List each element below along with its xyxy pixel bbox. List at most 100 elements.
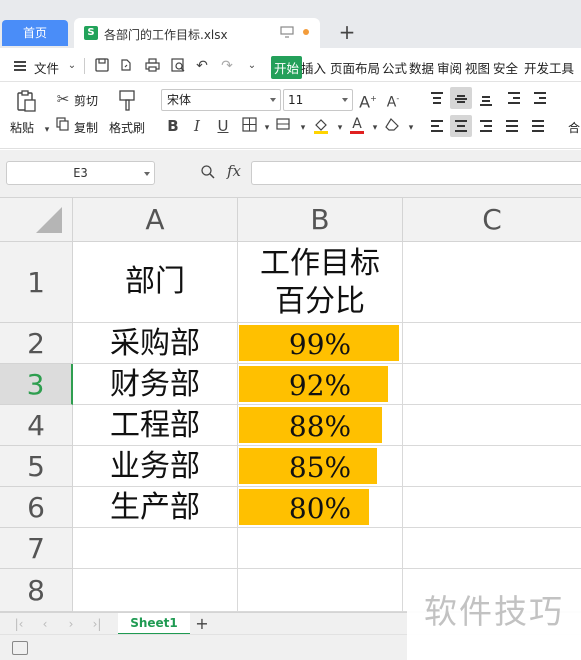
increase-indent-icon[interactable] (529, 87, 551, 109)
cell-c5[interactable] (403, 446, 581, 487)
bold-icon[interactable]: B (164, 117, 182, 135)
cell-b1[interactable]: 工作目标 百分比 (238, 242, 403, 323)
align-middle-icon[interactable] (450, 87, 472, 109)
decrease-indent-icon[interactable] (503, 87, 525, 109)
format-painter-label[interactable]: 格式刷 (109, 119, 145, 136)
tab-developer-tools[interactable]: 开发工具 (524, 58, 574, 77)
sheet-tab-sheet1[interactable]: Sheet1 (118, 613, 190, 635)
cell-b7[interactable] (238, 528, 403, 569)
fill-color-icon[interactable] (312, 116, 330, 134)
cell-b5[interactable]: 85% (238, 446, 403, 487)
align-left-icon[interactable] (426, 115, 448, 137)
increase-font-size-icon[interactable]: A+ (359, 90, 377, 111)
print-icon[interactable] (144, 58, 160, 74)
monitor-icon[interactable] (280, 26, 294, 38)
format-painter-icon[interactable] (117, 89, 139, 113)
font-color-dropdown-icon[interactable]: ▾ (366, 119, 384, 137)
underline-icon[interactable]: U (214, 117, 232, 135)
insert-function-icon[interactable]: fx (227, 162, 241, 180)
align-center-icon[interactable] (450, 115, 472, 137)
last-sheet-icon[interactable]: ›| (90, 617, 104, 631)
borders-icon[interactable] (240, 117, 258, 135)
column-header-a[interactable]: A (73, 198, 238, 242)
tab-security[interactable]: 安全 (493, 58, 518, 77)
cell-a6[interactable]: 生产部 (73, 487, 238, 528)
worksheet-grid[interactable]: A B C 1 2 3 4 5 6 7 8 部门 工作目标 百分比 采购部 99%… (0, 198, 581, 612)
save-icon[interactable] (94, 58, 110, 74)
cell-c3[interactable] (403, 364, 581, 405)
row-header-1[interactable]: 1 (0, 242, 73, 323)
clear-format-dropdown-icon[interactable]: ▾ (402, 119, 420, 137)
column-header-c[interactable]: C (403, 198, 581, 242)
merge-cells-button[interactable]: 合 (568, 119, 580, 136)
cell-a5[interactable]: 业务部 (73, 446, 238, 487)
hamburger-menu-icon[interactable] (14, 61, 26, 71)
cell-c1[interactable] (403, 242, 581, 323)
cut-button[interactable]: 剪切 (74, 92, 98, 109)
chevron-down-icon[interactable]: ⌄ (64, 58, 80, 74)
cell-b4[interactable]: 88% (238, 405, 403, 446)
print-preview-icon[interactable] (170, 58, 186, 74)
row-header-6[interactable]: 6 (0, 487, 73, 528)
tab-page-layout[interactable]: 页面布局 (330, 58, 380, 77)
prev-sheet-icon[interactable]: ‹ (38, 617, 52, 631)
justify-icon[interactable] (501, 115, 523, 137)
row-header-8[interactable]: 8 (0, 569, 73, 612)
cell-a1[interactable]: 部门 (73, 242, 238, 323)
cell-a4[interactable]: 工程部 (73, 405, 238, 446)
decrease-font-size-icon[interactable]: A- (384, 90, 402, 111)
cell-b3[interactable]: 92% (238, 364, 403, 405)
cell-c2[interactable] (403, 323, 581, 364)
column-header-b[interactable]: B (238, 198, 403, 242)
cell-a7[interactable] (73, 528, 238, 569)
align-bottom-icon[interactable] (475, 87, 497, 109)
row-header-2[interactable]: 2 (0, 323, 73, 364)
status-macro-icon[interactable] (12, 641, 28, 655)
cell-c7[interactable] (403, 528, 581, 569)
redo-icon[interactable]: ↷ (219, 58, 235, 74)
export-icon[interactable] (118, 58, 134, 74)
tab-insert[interactable]: 插入 (301, 58, 326, 77)
cell-c4[interactable] (403, 405, 581, 446)
cell-b8[interactable] (238, 569, 403, 612)
file-menu[interactable]: 文件 (34, 58, 59, 77)
cell-b6[interactable]: 80% (238, 487, 403, 528)
font-size-select[interactable]: 11 (283, 89, 353, 111)
fill-color-dropdown-icon[interactable]: ▾ (331, 119, 349, 137)
next-sheet-icon[interactable]: › (64, 617, 78, 631)
tab-formulas[interactable]: 公式 (382, 58, 407, 77)
name-box[interactable]: E3 (6, 161, 155, 185)
tab-review[interactable]: 审阅 (437, 58, 462, 77)
cell-a2[interactable]: 采购部 (73, 323, 238, 364)
formula-input[interactable] (251, 161, 581, 185)
select-all-corner[interactable] (0, 198, 73, 242)
copy-button[interactable]: 复制 (74, 119, 98, 136)
align-right-icon[interactable] (475, 115, 497, 137)
clear-format-icon[interactable] (384, 117, 402, 135)
align-top-icon[interactable] (426, 87, 448, 109)
paste-label[interactable]: 粘贴 (10, 119, 34, 136)
cell-a3[interactable]: 财务部 (73, 364, 238, 405)
home-tab[interactable]: 首页 (2, 20, 68, 46)
row-header-7[interactable]: 7 (0, 528, 73, 569)
paste-icon[interactable] (14, 89, 38, 113)
first-sheet-icon[interactable]: |‹ (12, 617, 26, 631)
italic-icon[interactable]: I (188, 117, 206, 135)
font-name-select[interactable]: 宋体 (161, 89, 281, 111)
tab-start[interactable]: 开始 (271, 56, 303, 79)
fill-pattern-dropdown-icon[interactable]: ▾ (294, 119, 312, 137)
distributed-align-icon[interactable] (527, 115, 549, 137)
undo-icon[interactable]: ↶ (194, 58, 210, 74)
fill-pattern-icon[interactable] (275, 117, 293, 135)
scissors-icon[interactable]: ✂ (54, 90, 72, 108)
new-tab-button[interactable]: + (337, 20, 357, 44)
row-header-4[interactable]: 4 (0, 405, 73, 446)
row-header-5[interactable]: 5 (0, 446, 73, 487)
copy-icon[interactable] (54, 117, 72, 135)
add-sheet-button[interactable]: + (194, 613, 210, 635)
tab-data[interactable]: 数据 (409, 58, 434, 77)
cell-a8[interactable] (73, 569, 238, 612)
cell-b2[interactable]: 99% (238, 323, 403, 364)
zoom-search-icon[interactable] (200, 164, 218, 182)
borders-dropdown-icon[interactable]: ▾ (258, 119, 276, 137)
